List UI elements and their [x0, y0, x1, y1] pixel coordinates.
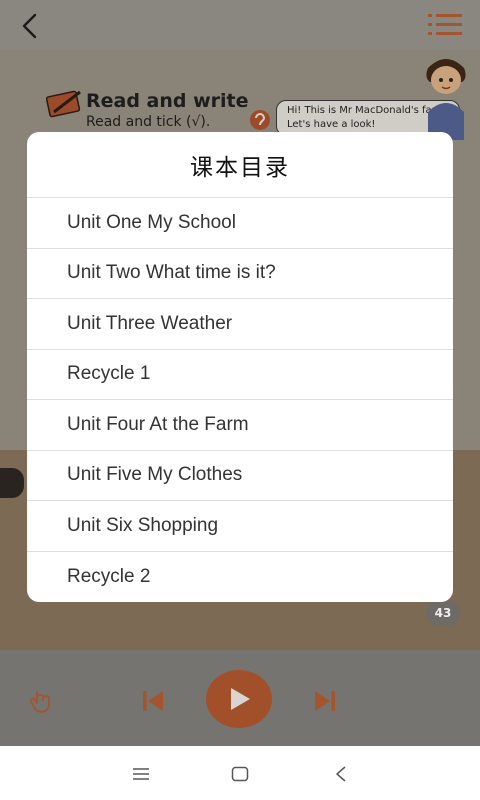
illustration-shoe	[0, 468, 24, 498]
nav-home-button[interactable]	[228, 762, 252, 786]
touch-read-button[interactable]	[28, 688, 54, 714]
skip-next-icon	[315, 691, 335, 711]
hand-pointer-icon	[29, 691, 50, 713]
pencil-paper-icon	[46, 90, 81, 118]
back-button[interactable]	[14, 10, 46, 42]
toc-list: Unit One My School Unit Two What time is…	[27, 198, 453, 602]
dialog-title: 课本目录	[27, 132, 453, 198]
skip-previous-icon	[143, 691, 163, 711]
play-button[interactable]	[206, 670, 272, 728]
list-icon	[428, 14, 462, 35]
audio-player-bar	[0, 650, 480, 746]
previous-button[interactable]	[140, 688, 166, 714]
hamburger-icon	[133, 768, 149, 780]
toc-item-unit-four[interactable]: Unit Four At the Farm	[27, 400, 453, 451]
nav-menu-button[interactable]	[129, 762, 153, 786]
nav-back-button[interactable]	[329, 762, 353, 786]
table-of-contents-dialog: 课本目录 Unit One My School Unit Two What ti…	[27, 132, 453, 602]
toc-item-unit-two[interactable]: Unit Two What time is it?	[27, 249, 453, 299]
contents-menu-button[interactable]	[428, 12, 462, 38]
toc-item-recycle-2[interactable]: Recycle 2	[27, 552, 453, 603]
triangle-back-icon	[336, 766, 346, 782]
next-button[interactable]	[312, 688, 338, 714]
play-icon	[231, 688, 250, 710]
page-number-badge: 43	[426, 600, 460, 626]
exercise-title: Read and write	[86, 90, 249, 112]
square-home-icon	[231, 766, 249, 782]
toc-item-unit-five[interactable]: Unit Five My Clothes	[27, 451, 453, 501]
toc-item-unit-six[interactable]: Unit Six Shopping	[27, 501, 453, 552]
exercise-subtitle: Read and tick (√).	[86, 114, 211, 130]
boy-character-illustration	[426, 59, 466, 140]
toc-item-unit-one[interactable]: Unit One My School	[27, 198, 453, 249]
toc-item-unit-three[interactable]: Unit Three Weather	[27, 299, 453, 350]
chevron-left-icon	[22, 13, 37, 39]
system-navigation-bar	[0, 746, 480, 800]
toc-item-recycle-1[interactable]: Recycle 1	[27, 350, 453, 400]
listen-ear-icon	[250, 110, 270, 130]
top-bar	[0, 0, 480, 50]
